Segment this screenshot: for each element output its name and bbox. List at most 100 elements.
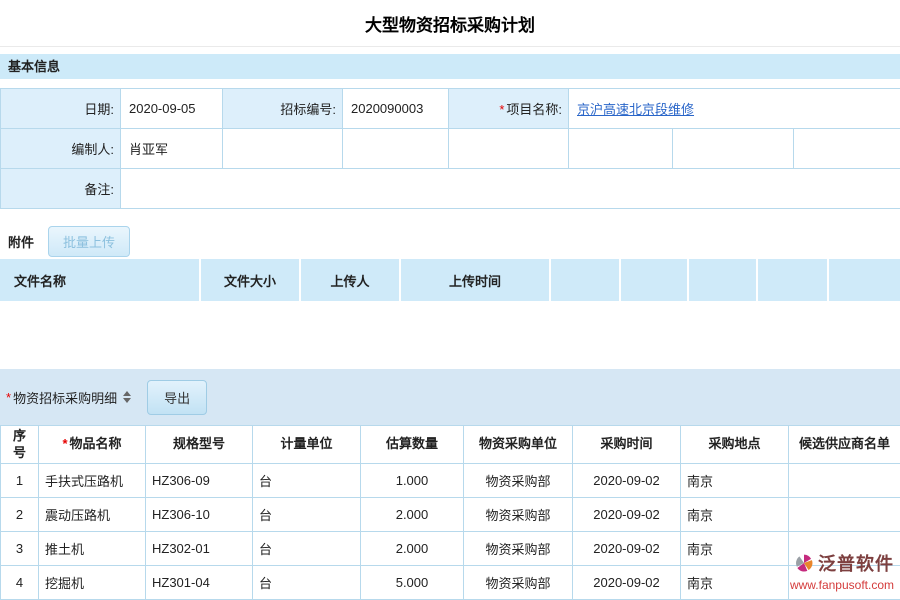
author-value: 肖亚军 <box>121 129 223 169</box>
cell-qty: 1.000 <box>361 464 464 498</box>
attachments-title: 附件 <box>8 232 34 251</box>
col-empty <box>757 259 828 301</box>
watermark-brand: 泛普软件 <box>818 554 894 576</box>
cell-model: HZ302-01 <box>146 532 253 566</box>
cell-qty: 5.000 <box>361 566 464 600</box>
export-button[interactable]: 导出 <box>147 380 207 415</box>
details-title: 物资招标采购明细 <box>13 388 117 407</box>
cell-seq: 3 <box>1 532 39 566</box>
page-title: 大型物资招标采购计划 <box>0 0 900 46</box>
col-uploader: 上传人 <box>300 259 400 301</box>
cell-place: 南京 <box>681 498 789 532</box>
table-row: 4 挖掘机 HZ301-04 台 5.000 物资采购部 2020-09-02 … <box>1 566 900 600</box>
col-candidate-suppliers: 候选供应商名单 <box>789 426 900 464</box>
col-item-name: *物品名称 <box>39 426 146 464</box>
bid-no-value: 2020090003 <box>343 89 449 129</box>
cell-unit: 台 <box>253 498 361 532</box>
details-header-row: 序号 *物品名称 规格型号 计量单位 估算数量 物资采购单位 采购时间 采购地点… <box>1 426 900 464</box>
cell-dept: 物资采购部 <box>464 532 573 566</box>
empty-cell <box>794 129 900 169</box>
required-mark: * <box>62 436 67 451</box>
watermark: 泛普软件 www.fanpusoft.com <box>790 553 894 592</box>
cell-time: 2020-09-02 <box>573 498 681 532</box>
col-unit: 计量单位 <box>253 426 361 464</box>
col-empty <box>550 259 620 301</box>
basic-info-row-1: 日期: 2020-09-05 招标编号: 2020090003 *项目名称: 京… <box>1 89 900 129</box>
cell-item-name: 推土机 <box>39 532 146 566</box>
cell-item-name: 手扶式压路机 <box>39 464 146 498</box>
cell-model: HZ306-10 <box>146 498 253 532</box>
author-label: 编制人: <box>1 129 121 169</box>
col-file-size: 文件大小 <box>200 259 300 301</box>
col-empty <box>828 259 900 301</box>
cell-time: 2020-09-02 <box>573 464 681 498</box>
col-purchase-dept: 物资采购单位 <box>464 426 573 464</box>
cell-qty: 2.000 <box>361 532 464 566</box>
col-purchase-time: 采购时间 <box>573 426 681 464</box>
cell-dept: 物资采购部 <box>464 498 573 532</box>
empty-cell <box>569 129 673 169</box>
cell-unit: 台 <box>253 566 361 600</box>
cell-model: HZ301-04 <box>146 566 253 600</box>
batch-upload-button[interactable]: 批量上传 <box>48 226 130 257</box>
page: 大型物资招标采购计划 基本信息 日期: 2020-09-05 招标编号: 202… <box>0 0 900 600</box>
project-value-cell: 京沪高速北京段维修 <box>569 89 900 129</box>
cell-suppliers <box>789 464 900 498</box>
col-file-name: 文件名称 <box>0 259 200 301</box>
title-divider <box>0 46 900 47</box>
cell-suppliers <box>789 498 900 532</box>
cell-model: HZ306-09 <box>146 464 253 498</box>
table-row: 3 推土机 HZ302-01 台 2.000 物资采购部 2020-09-02 … <box>1 532 900 566</box>
col-qty: 估算数量 <box>361 426 464 464</box>
cell-place: 南京 <box>681 532 789 566</box>
empty-cell <box>343 129 449 169</box>
basic-info-section-bar: 基本信息 <box>0 54 900 79</box>
attachments-empty-area <box>0 301 900 369</box>
col-purchase-place: 采购地点 <box>681 426 789 464</box>
sort-icon[interactable] <box>123 391 131 403</box>
cell-unit: 台 <box>253 532 361 566</box>
attachments-header-row: 文件名称 文件大小 上传人 上传时间 <box>0 259 900 301</box>
attachments-header: 附件 批量上传 <box>0 226 900 256</box>
watermark-url: www.fanpusoft.com <box>790 578 894 592</box>
bid-no-label: 招标编号: <box>223 89 343 129</box>
required-mark: * <box>6 390 11 405</box>
project-link[interactable]: 京沪高速北京段维修 <box>577 102 694 117</box>
empty-cell <box>673 129 794 169</box>
col-upload-time: 上传时间 <box>400 259 550 301</box>
cell-seq: 1 <box>1 464 39 498</box>
cell-unit: 台 <box>253 464 361 498</box>
basic-info-row-2: 编制人: 肖亚军 <box>1 129 900 169</box>
remark-value <box>121 169 900 209</box>
project-label: *项目名称: <box>449 89 569 129</box>
cell-dept: 物资采购部 <box>464 464 573 498</box>
cell-item-name: 震动压路机 <box>39 498 146 532</box>
fanpu-logo-icon <box>794 553 814 577</box>
col-model: 规格型号 <box>146 426 253 464</box>
col-empty <box>688 259 757 301</box>
project-label-text: 项目名称: <box>506 102 562 117</box>
cell-qty: 2.000 <box>361 498 464 532</box>
col-item-name-text: 物品名称 <box>70 436 122 451</box>
cell-seq: 2 <box>1 498 39 532</box>
col-empty <box>620 259 688 301</box>
basic-info-row-3: 备注: <box>1 169 900 209</box>
details-section-bar: * 物资招标采购明细 导出 <box>0 369 900 425</box>
basic-info-title: 基本信息 <box>8 59 60 74</box>
basic-info-table: 日期: 2020-09-05 招标编号: 2020090003 *项目名称: 京… <box>0 88 900 209</box>
cell-dept: 物资采购部 <box>464 566 573 600</box>
cell-time: 2020-09-02 <box>573 532 681 566</box>
col-seq: 序号 <box>1 426 39 464</box>
table-row: 1 手扶式压路机 HZ306-09 台 1.000 物资采购部 2020-09-… <box>1 464 900 498</box>
cell-time: 2020-09-02 <box>573 566 681 600</box>
date-label: 日期: <box>1 89 121 129</box>
required-mark: * <box>499 102 504 117</box>
empty-cell <box>449 129 569 169</box>
cell-seq: 4 <box>1 566 39 600</box>
date-value: 2020-09-05 <box>121 89 223 129</box>
cell-item-name: 挖掘机 <box>39 566 146 600</box>
table-row: 2 震动压路机 HZ306-10 台 2.000 物资采购部 2020-09-0… <box>1 498 900 532</box>
cell-place: 南京 <box>681 464 789 498</box>
empty-cell <box>223 129 343 169</box>
remark-label: 备注: <box>1 169 121 209</box>
